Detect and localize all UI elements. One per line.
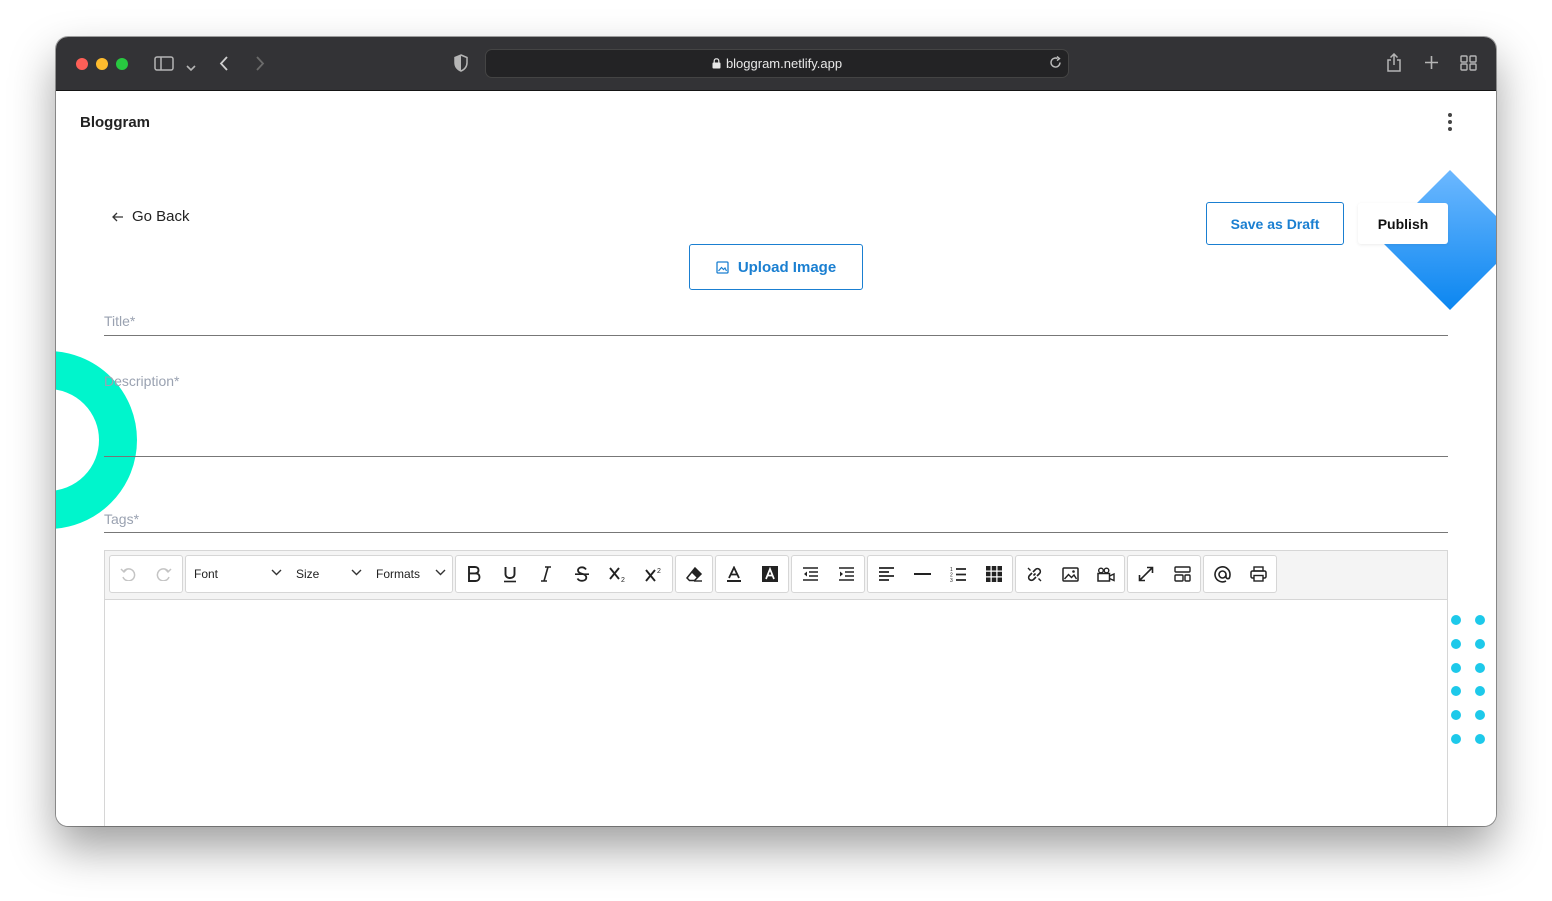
svg-text:2: 2 [657,568,661,575]
font-select[interactable]: Font [194,556,288,592]
description-label: Description* [104,373,180,389]
sidebar-toggle-icon[interactable] [154,56,174,76]
rich-text-editor: Font Size Formats 2 2 1 2 3 [104,550,1448,826]
page-content: Bloggram Go Back Save as Draft Publish U… [56,91,1496,826]
lock-icon [712,58,721,69]
tags-label: Tags* [104,511,140,527]
brand-logo[interactable]: Bloggram [80,114,150,131]
editor-toolbar: Font Size Formats 2 2 1 2 3 [105,551,1447,600]
reload-icon[interactable] [1049,55,1062,74]
go-back-link[interactable]: Go Back [112,208,190,225]
title-field[interactable]: Title* [104,311,1448,336]
editor-content-area[interactable] [105,600,1447,826]
chevron-down-icon [271,569,282,576]
url-display: bloggram.netlify.app [486,56,1068,71]
size-select[interactable]: Size [296,556,368,592]
mention-icon[interactable] [1204,556,1240,592]
outdent-icon[interactable] [792,556,828,592]
link-icon[interactable] [1016,556,1052,592]
font-select-label: Font [194,567,219,581]
tags-field[interactable]: Tags* [104,509,1448,533]
url-text: bloggram.netlify.app [725,56,843,71]
indent-group [791,555,865,593]
minimize-window-button[interactable] [96,58,108,70]
zoom-window-button[interactable] [116,58,128,70]
view-group [1127,555,1201,593]
browser-window: bloggram.netlify.app Bloggram Go Back Sa… [56,37,1496,826]
formats-select[interactable]: Formats [376,556,452,592]
more-options-icon[interactable] [1442,111,1458,133]
undo-icon[interactable] [110,556,146,592]
block-group: 123 [867,555,1013,593]
title-label: Title* [104,313,136,329]
upload-image-label: Upload Image [737,258,837,276]
horizontal-rule-icon[interactable] [904,556,940,592]
eraser-icon[interactable] [676,556,712,592]
chevron-down-icon [435,569,446,576]
subscript-icon[interactable]: 2 [600,556,636,592]
save-draft-button[interactable]: Save as Draft [1206,202,1344,245]
svg-text:3: 3 [950,578,953,582]
underline-icon[interactable] [492,556,528,592]
privacy-shield-icon[interactable] [454,54,468,77]
text-style-group: 2 2 [455,555,673,593]
italic-icon[interactable] [528,556,564,592]
clear-format-group [675,555,713,593]
history-group [109,555,183,593]
browser-titlebar: bloggram.netlify.app [56,37,1496,91]
forward-nav-icon[interactable] [254,55,266,77]
font-color-icon[interactable] [716,556,752,592]
strikethrough-icon[interactable] [564,556,600,592]
align-left-icon[interactable] [868,556,904,592]
go-back-label: Go Back [132,208,190,225]
svg-text:2: 2 [621,577,625,583]
publish-button[interactable]: Publish [1358,203,1448,244]
address-bar[interactable]: bloggram.netlify.app [485,49,1069,78]
publish-label: Publish [1377,215,1429,232]
new-tab-icon[interactable] [1424,55,1439,75]
insert-video-icon[interactable] [1088,556,1124,592]
format-selects-group: Font Size Formats [185,555,453,593]
insert-image-icon[interactable] [1052,556,1088,592]
redo-icon[interactable] [146,556,182,592]
arrow-left-icon [112,212,123,221]
formats-select-label: Formats [376,567,421,581]
color-group [715,555,789,593]
table-icon[interactable] [976,556,1012,592]
size-select-label: Size [296,567,320,581]
misc-group [1203,555,1277,593]
close-window-button[interactable] [76,58,88,70]
image-icon [716,260,729,274]
media-group [1015,555,1125,593]
save-draft-label: Save as Draft [1230,215,1320,232]
description-field[interactable]: Description* [104,371,1448,457]
upload-image-button[interactable]: Upload Image [689,244,863,290]
print-icon[interactable] [1240,556,1276,592]
share-icon[interactable] [1386,52,1402,78]
highlight-color-icon[interactable] [752,556,788,592]
chevron-down-icon[interactable] [186,59,196,77]
ordered-list-icon[interactable]: 123 [940,556,976,592]
superscript-icon[interactable]: 2 [636,556,672,592]
bold-icon[interactable] [456,556,492,592]
chevron-down-icon [351,569,362,576]
template-layout-icon[interactable] [1164,556,1200,592]
tab-overview-icon[interactable] [1460,55,1477,76]
back-nav-icon[interactable] [218,55,230,77]
indent-icon[interactable] [828,556,864,592]
fullscreen-icon[interactable] [1128,556,1164,592]
